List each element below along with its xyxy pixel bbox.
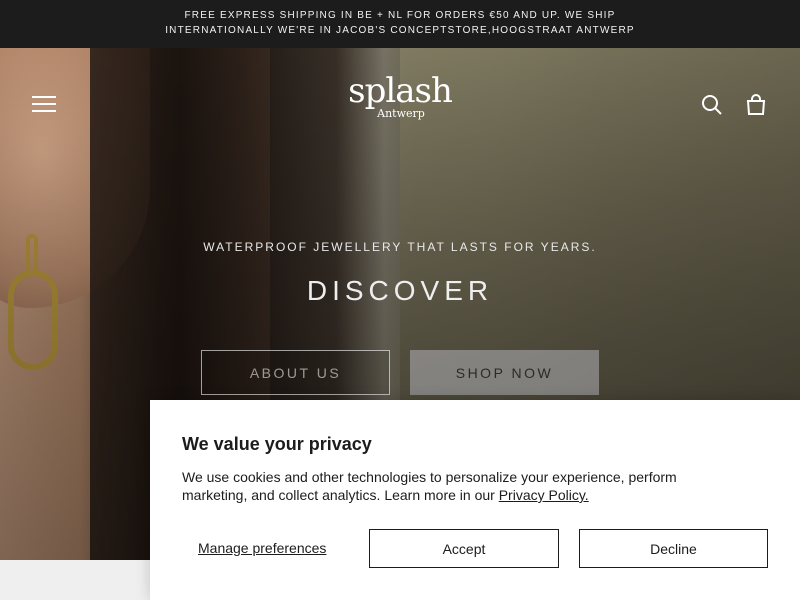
announcement-line-1: FREE EXPRESS SHIPPING IN BE + NL FOR ORD… — [184, 10, 616, 21]
manage-preferences-link[interactable]: Manage preferences — [198, 540, 326, 556]
site-logo[interactable]: splash Antwerp — [330, 72, 470, 120]
decline-button[interactable]: Decline — [579, 529, 768, 568]
cookie-title: We value your privacy — [182, 434, 372, 454]
shop-now-button[interactable]: SHOP NOW — [410, 350, 599, 395]
cookie-banner: We value your privacy We use cookies and… — [150, 400, 800, 600]
logo-name: splash — [348, 71, 453, 111]
cookie-body-text: We use cookies and other technologies to… — [182, 469, 677, 503]
about-us-button[interactable]: ABOUT US — [201, 350, 390, 395]
cookie-body: We use cookies and other technologies to… — [182, 468, 742, 504]
hero-title: DISCOVER — [306, 275, 494, 306]
search-icon[interactable] — [700, 93, 724, 117]
privacy-policy-link[interactable]: Privacy Policy. — [499, 487, 589, 503]
menu-icon[interactable] — [32, 96, 56, 114]
accept-button[interactable]: Accept — [369, 529, 559, 568]
announcement-bar: FREE EXPRESS SHIPPING IN BE + NL FOR ORD… — [0, 0, 800, 48]
announcement-line-2: INTERNATIONALLY WE'RE IN JACOB'S CONCEPT… — [165, 25, 635, 36]
bag-icon[interactable] — [744, 93, 768, 117]
hero-tagline: WATERPROOF JEWELLERY THAT LASTS FOR YEAR… — [203, 240, 597, 254]
